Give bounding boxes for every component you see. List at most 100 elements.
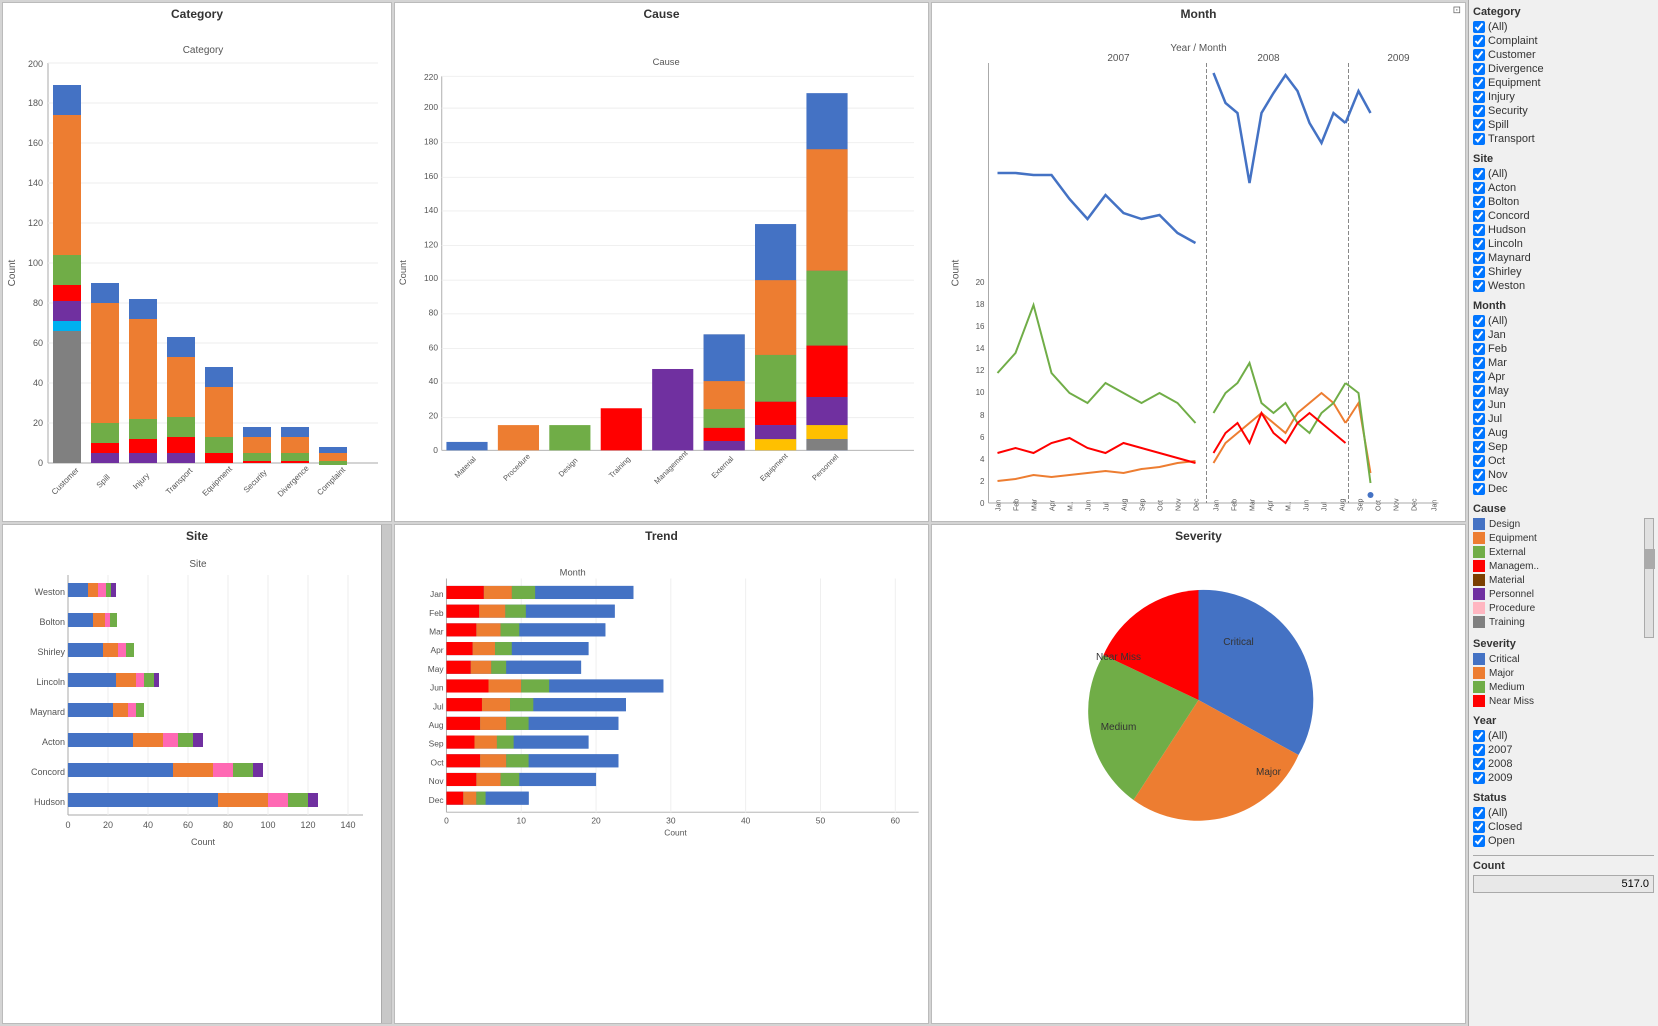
svg-text:Jan: Jan <box>1432 500 1439 511</box>
sidebar-count-title: Count <box>1473 860 1654 872</box>
sidebar-year-2008-cb[interactable] <box>1473 758 1485 770</box>
sidebar-category-security-checkbox[interactable] <box>1473 105 1485 117</box>
svg-text:Complaint: Complaint <box>315 465 347 497</box>
sidebar-site-bolton-cb[interactable] <box>1473 196 1485 208</box>
svg-text:Feb: Feb <box>1232 499 1239 511</box>
svg-text:50: 50 <box>816 815 826 825</box>
sidebar-site-shirley-cb[interactable] <box>1473 266 1485 278</box>
severity-svg: Critical Major Medium Near Miss <box>932 545 1465 855</box>
sidebar-month-nov-cb[interactable] <box>1473 469 1485 481</box>
sidebar-site-concord-cb[interactable] <box>1473 210 1485 222</box>
sidebar-site-hudson-cb[interactable] <box>1473 224 1485 236</box>
sidebar-month-aug-cb[interactable] <box>1473 427 1485 439</box>
expand-icon[interactable]: ⊡ <box>1453 5 1461 16</box>
sidebar-year-2007-cb[interactable] <box>1473 744 1485 756</box>
svg-text:Critical: Critical <box>1223 637 1254 648</box>
svg-text:Medium: Medium <box>1101 722 1137 733</box>
sidebar-site-maynard-cb[interactable] <box>1473 252 1485 264</box>
svg-text:220: 220 <box>424 72 438 82</box>
sidebar-site-items: (All) Acton Bolton Concord Hudson Lincol… <box>1473 168 1654 292</box>
svg-text:Personnel: Personnel <box>810 452 840 482</box>
sidebar-status-closed-cb[interactable] <box>1473 821 1485 833</box>
sidebar-category-transport-label: Transport <box>1488 133 1535 145</box>
sidebar-year-all-cb[interactable] <box>1473 730 1485 742</box>
cause-legend-external: External <box>1473 546 1654 558</box>
sidebar-month-title: Month <box>1473 300 1654 312</box>
svg-text:120: 120 <box>424 239 438 249</box>
svg-text:Equipment: Equipment <box>758 451 790 483</box>
svg-text:Material: Material <box>453 454 478 479</box>
sidebar-category-equipment-checkbox[interactable] <box>1473 77 1485 89</box>
sidebar-month-sep-cb[interactable] <box>1473 441 1485 453</box>
sidebar-severity-section: Severity Critical Major Medium Near Miss <box>1473 638 1654 707</box>
svg-text:20: 20 <box>976 278 985 287</box>
svg-text:30: 30 <box>666 815 676 825</box>
sidebar-month-jan-cb[interactable] <box>1473 329 1485 341</box>
sidebar-category-all-checkbox[interactable] <box>1473 21 1485 33</box>
sidebar-site-lincoln-cb[interactable] <box>1473 238 1485 250</box>
svg-text:20: 20 <box>591 815 601 825</box>
sidebar-status-open-cb[interactable] <box>1473 835 1485 847</box>
sidebar-status-title: Status <box>1473 792 1654 804</box>
sidebar-category-divergence-checkbox[interactable] <box>1473 63 1485 75</box>
sidebar-site-section: Site (All) Acton Bolton Concord Hudson L… <box>1473 153 1654 292</box>
svg-text:140: 140 <box>28 178 43 188</box>
svg-text:Jul: Jul <box>1322 502 1329 511</box>
sidebar-category-customer-checkbox[interactable] <box>1473 49 1485 61</box>
sidebar-category-transport-checkbox[interactable] <box>1473 133 1485 145</box>
sidebar-category-injury-checkbox[interactable] <box>1473 91 1485 103</box>
svg-text:Count: Count <box>664 828 687 838</box>
svg-text:160: 160 <box>28 138 43 148</box>
sidebar-category-customer: Customer <box>1473 49 1654 61</box>
svg-text:Jan: Jan <box>430 589 444 599</box>
svg-text:Procedure: Procedure <box>501 452 532 483</box>
sidebar-month-mar-cb[interactable] <box>1473 357 1485 369</box>
medium-color <box>1473 681 1485 693</box>
sidebar-month-may-cb[interactable] <box>1473 385 1485 397</box>
sidebar-category-section: Category (All) Complaint Customer Diverg… <box>1473 6 1654 145</box>
sidebar-month-all-cb[interactable] <box>1473 315 1485 327</box>
sidebar-category-complaint-checkbox[interactable] <box>1473 35 1485 47</box>
sidebar-site-all-cb[interactable] <box>1473 168 1485 180</box>
svg-text:60: 60 <box>183 820 193 830</box>
sidebar-site-acton-cb[interactable] <box>1473 182 1485 194</box>
site-scrollbar[interactable] <box>381 525 391 1023</box>
sidebar-month-apr-cb[interactable] <box>1473 371 1485 383</box>
cause-chart-title: Cause <box>395 3 928 23</box>
sidebar-month-feb-cb[interactable] <box>1473 343 1485 355</box>
sidebar-category-spill-checkbox[interactable] <box>1473 119 1485 131</box>
svg-text:20: 20 <box>33 418 43 428</box>
svg-text:140: 140 <box>340 820 355 830</box>
svg-text:Apr: Apr <box>1050 499 1057 511</box>
svg-text:40: 40 <box>429 376 439 386</box>
sidebar-month-oct-cb[interactable] <box>1473 455 1485 467</box>
sidebar-month-jul-cb[interactable] <box>1473 413 1485 425</box>
sidebar-month-jun-cb[interactable] <box>1473 399 1485 411</box>
svg-text:May: May <box>428 664 445 674</box>
svg-text:Concord: Concord <box>31 767 65 777</box>
svg-text:20: 20 <box>103 820 113 830</box>
svg-text:60: 60 <box>891 815 901 825</box>
sidebar-year-2009-cb[interactable] <box>1473 772 1485 784</box>
sidebar-month-dec-cb[interactable] <box>1473 483 1485 495</box>
sidebar-site-weston-cb[interactable] <box>1473 280 1485 292</box>
sidebar-status-all-cb[interactable] <box>1473 807 1485 819</box>
cause-scrollbar[interactable] <box>1644 518 1654 638</box>
svg-text:Transport: Transport <box>164 466 195 497</box>
sidebar-category-all-label: (All) <box>1488 21 1508 33</box>
cause-legend-procedure: Procedure <box>1473 602 1654 614</box>
svg-text:Hudson: Hudson <box>34 797 65 807</box>
svg-text:Month: Month <box>560 568 586 578</box>
sidebar-cause-legend: Design Equipment External Managem.. Mate… <box>1473 518 1654 630</box>
svg-text:Security: Security <box>242 468 269 495</box>
trend-chart-title: Trend <box>395 525 928 545</box>
sidebar-category-equipment-label: Equipment <box>1488 77 1541 89</box>
critical-color <box>1473 653 1485 665</box>
sidebar-category-equipment: Equipment <box>1473 77 1654 89</box>
svg-text:Nov: Nov <box>1394 498 1401 511</box>
sidebar-category-all: (All) <box>1473 21 1654 33</box>
sidebar-category-injury-label: Injury <box>1488 91 1515 103</box>
svg-text:Divergence: Divergence <box>276 463 311 498</box>
sidebar-month-items: (All) Jan Feb Mar Apr May Jun Jul Aug Se… <box>1473 315 1654 495</box>
site-chart-panel: Site Site 0 20 40 60 80 100 120 140 Coun… <box>2 524 392 1024</box>
